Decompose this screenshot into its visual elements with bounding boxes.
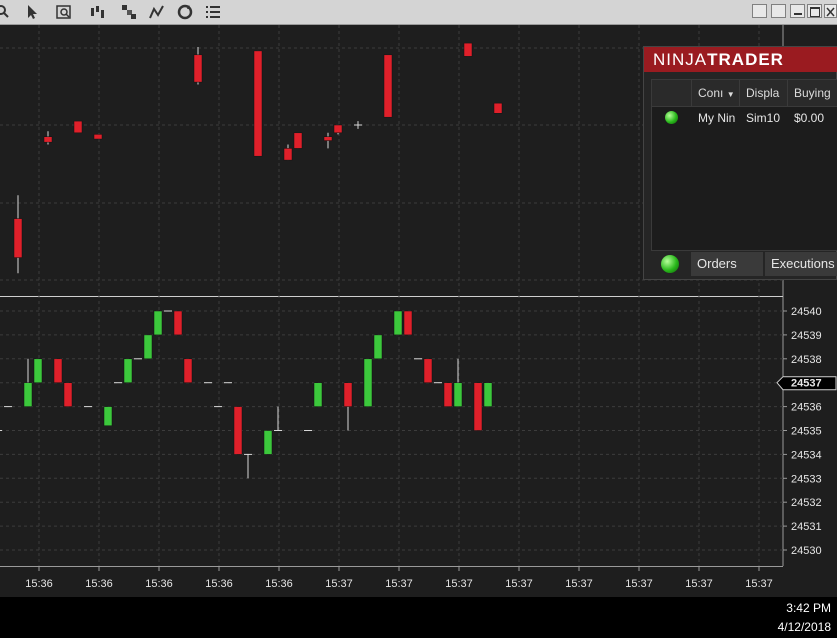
time-tick-label: 15:37 bbox=[385, 578, 413, 590]
clock-date[interactable]: 4/12/2018 bbox=[778, 620, 831, 634]
trend-line-icon[interactable] bbox=[148, 3, 166, 21]
down-candle bbox=[43, 136, 53, 143]
down-candle bbox=[293, 132, 303, 149]
time-tick-label: 15:37 bbox=[325, 578, 353, 590]
price-tick-label: 24539 bbox=[791, 330, 822, 342]
bar-type-icon[interactable] bbox=[89, 3, 107, 21]
time-tick-label: 15:37 bbox=[565, 578, 593, 590]
down-candle bbox=[343, 382, 353, 407]
time-tick-label: 15:37 bbox=[445, 578, 473, 590]
up-candle bbox=[483, 382, 493, 407]
display-column-header[interactable]: Displa bbox=[740, 80, 788, 107]
zoom-icon[interactable] bbox=[0, 3, 12, 21]
down-candle bbox=[493, 102, 503, 114]
time-tick-label: 15:37 bbox=[505, 578, 533, 590]
down-candle bbox=[233, 406, 243, 455]
up-candle bbox=[33, 358, 43, 383]
down-candle bbox=[323, 136, 333, 141]
down-candle bbox=[53, 358, 63, 383]
connection-column-header[interactable]: Conı ▼ bbox=[692, 80, 740, 107]
price-tick-label: 24536 bbox=[791, 402, 822, 414]
window-stack-button[interactable] bbox=[771, 4, 786, 18]
close-button[interactable] bbox=[824, 4, 837, 18]
up-candle bbox=[373, 334, 383, 360]
buying-column-header[interactable]: Buying bbox=[788, 80, 837, 107]
down-candle bbox=[193, 54, 203, 83]
status-column-header bbox=[652, 80, 692, 107]
down-candle bbox=[93, 134, 103, 140]
time-tick-label: 15:37 bbox=[685, 578, 713, 590]
time-tick-label: 15:36 bbox=[265, 578, 293, 590]
price-tick-label: 24538 bbox=[791, 354, 822, 366]
down-candle bbox=[63, 382, 73, 407]
up-candle bbox=[363, 358, 373, 407]
down-candle bbox=[253, 50, 263, 157]
time-tick-label: 15:36 bbox=[205, 578, 233, 590]
down-candle bbox=[173, 310, 183, 336]
accounts-grid[interactable]: Conı ▼ Displa Buying My Nin Sim10 $0.00 bbox=[651, 79, 837, 251]
up-candle bbox=[263, 430, 273, 455]
connection-cell[interactable]: My Nin bbox=[692, 107, 740, 129]
up-candle bbox=[23, 382, 33, 407]
down-candle bbox=[383, 54, 393, 118]
current-price-label: 24537 bbox=[791, 378, 822, 390]
drawing-tools-icon[interactable] bbox=[120, 3, 138, 21]
time-tick-label: 15:37 bbox=[625, 578, 653, 590]
up-candle bbox=[123, 358, 133, 383]
window-tile-button[interactable] bbox=[752, 4, 767, 18]
time-tick-label: 15:36 bbox=[145, 578, 173, 590]
price-tick-label: 24533 bbox=[791, 473, 822, 485]
chart-toolbar bbox=[0, 0, 837, 25]
close-icon bbox=[826, 7, 835, 17]
logo-trader: TRADER bbox=[707, 50, 784, 69]
price-tick-label: 24535 bbox=[791, 426, 822, 438]
logo-ninja: NINJA bbox=[653, 50, 708, 69]
pointer-icon[interactable] bbox=[23, 3, 41, 21]
down-candle bbox=[443, 382, 453, 407]
price-tick-label: 24532 bbox=[791, 497, 822, 509]
down-candle bbox=[463, 42, 473, 57]
up-candle bbox=[313, 382, 323, 407]
down-candle bbox=[183, 358, 193, 383]
minimize-button[interactable] bbox=[790, 4, 805, 18]
down-candle bbox=[283, 148, 293, 161]
up-candle bbox=[143, 334, 153, 360]
connection-header-label: Conı bbox=[698, 86, 724, 100]
ninjatrader-logo: NINJATRADER bbox=[644, 47, 837, 72]
up-candle bbox=[153, 310, 163, 336]
down-candle bbox=[13, 218, 23, 258]
control-center-panel[interactable]: NINJATRADER Conı ▼ Displa Buying My Nin … bbox=[643, 46, 837, 280]
down-candle bbox=[473, 382, 483, 431]
time-tick-label: 15:36 bbox=[25, 578, 53, 590]
clock-time[interactable]: 3:42 PM bbox=[786, 601, 831, 615]
down-candle bbox=[403, 310, 413, 336]
price-tick-label: 24540 bbox=[791, 306, 822, 318]
time-tick-label: 15:37 bbox=[745, 578, 773, 590]
sort-down-icon: ▼ bbox=[726, 90, 735, 99]
global-status-icon bbox=[661, 255, 679, 273]
display-cell[interactable]: Sim10 bbox=[740, 107, 788, 129]
up-candle bbox=[393, 310, 403, 336]
properties-list-icon[interactable] bbox=[204, 3, 222, 21]
price-tick-label: 24531 bbox=[791, 521, 822, 533]
tab-orders[interactable]: Orders bbox=[691, 252, 763, 276]
up-candle bbox=[103, 406, 113, 426]
down-candle bbox=[423, 358, 433, 383]
buying-cell[interactable]: $0.00 bbox=[788, 107, 837, 129]
taskbar: 3:42 PM 4/12/2018 bbox=[0, 597, 837, 638]
price-tick-label: 24530 bbox=[791, 545, 822, 557]
up-candle bbox=[453, 382, 463, 407]
maximize-button[interactable] bbox=[807, 4, 822, 18]
time-tick-label: 15:36 bbox=[85, 578, 113, 590]
tab-executions[interactable]: Executions bbox=[765, 252, 837, 276]
down-candle bbox=[73, 120, 83, 134]
connection-status-icon bbox=[665, 111, 678, 124]
down-candle bbox=[333, 124, 343, 134]
data-box-icon[interactable] bbox=[55, 3, 73, 21]
refresh-icon[interactable] bbox=[176, 3, 194, 21]
price-tick-label: 24534 bbox=[791, 449, 822, 461]
